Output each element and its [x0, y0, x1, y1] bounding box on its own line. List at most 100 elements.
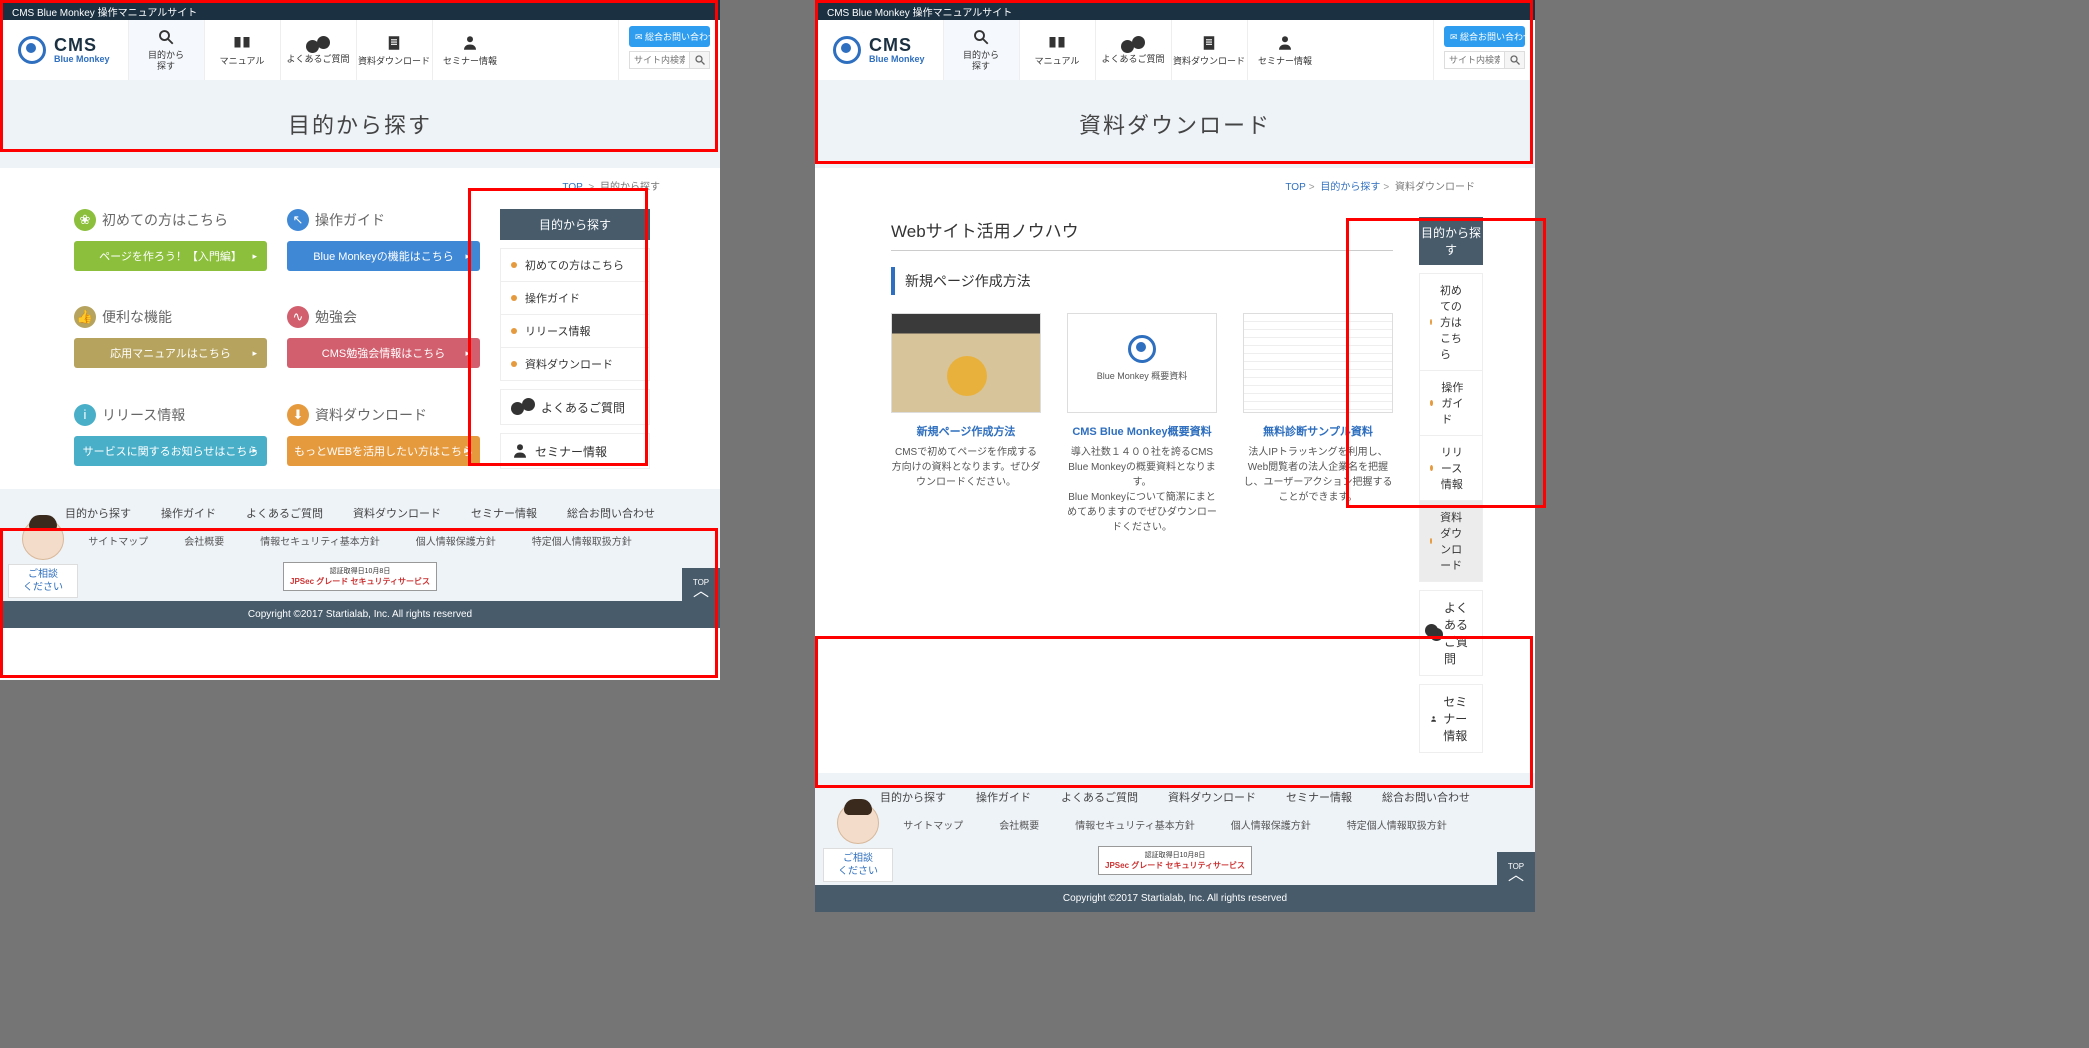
crumb-current: 資料ダウンロード [1395, 182, 1475, 193]
sidebar-link-seminar[interactable]: セミナー情報 [1419, 684, 1483, 753]
person-icon [1275, 34, 1295, 52]
logo[interactable]: CMS Blue Monkey [0, 20, 128, 80]
doc-title: CMS Blue Monkey概要資料 [1067, 423, 1217, 439]
footer-link[interactable]: よくあるご質問 [1061, 789, 1138, 805]
nav-seminar[interactable]: セミナー情報 [1247, 20, 1323, 80]
card-release-button[interactable]: サービスに関するお知らせはこちら [74, 436, 267, 466]
footer-link[interactable]: 資料ダウンロード [353, 505, 441, 521]
sidebar-link-faq[interactable]: よくあるご質問 [500, 389, 650, 425]
operator-avatar-icon [837, 802, 879, 844]
subsection-heading: 新規ページ作成方法 [891, 267, 1393, 295]
monkey-icon [18, 36, 46, 64]
search-input[interactable] [1444, 51, 1504, 69]
card-beginner-button[interactable]: ページを作ろう！【入門編】 [74, 241, 267, 271]
doc-card[interactable]: 新規ページ作成方法 CMSで初めてページを作成する方向けの資料となります。ぜひダ… [891, 313, 1041, 535]
topbar: CMS Blue Monkey 操作マニュアルサイト [815, 0, 1535, 20]
footer-link[interactable]: 総合お問い合わせ [1382, 789, 1470, 805]
security-badge: 認証取得日10月8日 JPSec グレード セキュリティサービス [283, 562, 437, 591]
sidebar-item-guide[interactable]: 操作ガイド [501, 282, 649, 315]
footer-link[interactable]: 操作ガイド [976, 789, 1031, 805]
chevron-up-icon: ︿ [693, 587, 709, 597]
card-download: ⬇資料ダウンロード もっとWEBを活用したい方はこちら [287, 404, 480, 469]
footer-link[interactable]: 個人情報保護方針 [1231, 817, 1311, 832]
card-useful: 👍便利な機能 応用マニュアルはこちら [74, 306, 267, 371]
sidebar-item-download[interactable]: 資料ダウンロード [501, 348, 649, 380]
header: CMS Blue Monkey 目的から 探す マニュアル よくあるご質問 資料… [815, 20, 1535, 80]
consult-widget[interactable]: ご相談 ください [8, 518, 78, 598]
doc-title: 新規ページ作成方法 [891, 423, 1041, 439]
nav-purpose[interactable]: 目的から 探す [943, 20, 1019, 80]
logo[interactable]: CMS Blue Monkey [815, 20, 943, 80]
contact-button[interactable]: ✉ 総合お問い合わせ [629, 26, 710, 47]
sidebar-item-release[interactable]: リリース情報 [1420, 436, 1482, 501]
nav-download[interactable]: 資料ダウンロード [1171, 20, 1247, 80]
person-icon [1430, 710, 1437, 728]
doc-card[interactable]: 無料診断サンプル資料 法人IPトラッキングを利用し、Web閲覧者の法人企業名を把… [1243, 313, 1393, 535]
footer-link[interactable]: 個人情報保護方針 [416, 533, 496, 548]
footer-link[interactable]: サイトマップ [903, 817, 963, 832]
footer-link[interactable]: サイトマップ [88, 533, 148, 548]
nav-purpose[interactable]: 目的から 探す [128, 20, 204, 80]
footer-link[interactable]: 情報セキュリティ基本方針 [1075, 817, 1194, 832]
screenshot-left: CMS Blue Monkey 操作マニュアルサイト CMS Blue Monk… [0, 0, 720, 680]
sidebar-link-seminar[interactable]: セミナー情報 [500, 433, 650, 469]
doc-thumbnail [891, 313, 1041, 413]
footer-link[interactable]: よくあるご質問 [246, 505, 323, 521]
logo-text-big: CMS [54, 36, 110, 55]
footer-link[interactable]: セミナー情報 [1286, 789, 1352, 805]
footer: 目的から探す操作ガイドよくあるご質問資料ダウンロードセミナー情報総合お問い合わせ… [815, 773, 1535, 912]
card-guide-button[interactable]: Blue Monkeyの機能はこちら [287, 241, 480, 271]
search-input[interactable] [629, 51, 689, 69]
screenshot-right: CMS Blue Monkey 操作マニュアルサイト CMS Blue Monk… [815, 0, 1535, 790]
consult-widget[interactable]: ご相談 ください [823, 802, 893, 882]
to-top-button[interactable]: TOP︿ [682, 568, 720, 606]
footer-link[interactable]: 総合お問い合わせ [567, 505, 655, 521]
footer-link[interactable]: 特定個人情報取扱方針 [1347, 817, 1447, 832]
sidebar-item-release[interactable]: リリース情報 [501, 315, 649, 348]
footer-link[interactable]: 操作ガイド [161, 505, 216, 521]
sidebar-title: 目的から探す [1419, 217, 1483, 265]
nav-manual[interactable]: マニュアル [1019, 20, 1095, 80]
qa-icon [511, 398, 535, 416]
search-icon [694, 54, 706, 66]
footer-link[interactable]: 資料ダウンロード [1168, 789, 1256, 805]
header: CMS Blue Monkey 目的から 探す マニュアル よくあるご質問 資料… [0, 20, 720, 80]
sidebar-item-guide[interactable]: 操作ガイド [1420, 371, 1482, 436]
crumb-top[interactable]: TOP [1285, 182, 1305, 193]
nav-faq[interactable]: よくあるご質問 [280, 20, 356, 80]
card-download-button[interactable]: もっとWEBを活用したい方はこちら [287, 436, 480, 466]
footer-link[interactable]: 特定個人情報取扱方針 [532, 533, 632, 548]
search-button[interactable] [689, 51, 710, 69]
monkey-icon [833, 36, 861, 64]
footer-link[interactable]: 会社概要 [184, 533, 224, 548]
crumb-top[interactable]: TOP [562, 182, 582, 193]
nav-download[interactable]: 資料ダウンロード [356, 20, 432, 80]
to-top-button[interactable]: TOP︿ [1497, 852, 1535, 890]
crumb-current: 目的から探す [600, 182, 660, 193]
doc-card[interactable]: Blue Monkey 概要資料 CMS Blue Monkey概要資料 導入社… [1067, 313, 1217, 535]
sidebar-item-beginner[interactable]: 初めての方はこちら [501, 249, 649, 282]
nav-manual[interactable]: マニュアル [204, 20, 280, 80]
doc-desc: CMSで初めてページを作成する方向けの資料となります。ぜひダウンロードください。 [891, 445, 1041, 490]
contact-button[interactable]: ✉ 総合お問い合わせ [1444, 26, 1525, 47]
sidebar-link-faq[interactable]: よくあるご質問 [1419, 590, 1483, 676]
qa-icon [1430, 624, 1438, 642]
search-button[interactable] [1504, 51, 1525, 69]
footer-link[interactable]: 会社概要 [999, 817, 1039, 832]
card-useful-button[interactable]: 応用マニュアルはこちら [74, 338, 267, 368]
card-study-button[interactable]: CMS勉強会情報はこちら [287, 338, 480, 368]
footer-link[interactable]: セミナー情報 [471, 505, 537, 521]
rss-icon: ∿ [287, 306, 309, 328]
nav-seminar[interactable]: セミナー情報 [432, 20, 508, 80]
nav-faq[interactable]: よくあるご質問 [1095, 20, 1171, 80]
sidebar-item-download[interactable]: 資料ダウンロード [1420, 501, 1482, 581]
document-icon [384, 34, 404, 52]
crumb-mid[interactable]: 目的から探す [1320, 182, 1380, 193]
search-icon [156, 28, 176, 46]
card-study: ∿勉強会 CMS勉強会情報はこちら [287, 306, 480, 371]
footer-link[interactable]: 情報セキュリティ基本方針 [260, 533, 379, 548]
breadcrumb: TOP> 目的から探す> 資料ダウンロード [815, 168, 1535, 199]
info-icon: i [74, 404, 96, 426]
book-icon [1047, 34, 1067, 52]
sidebar-item-beginner[interactable]: 初めての方はこちら [1420, 274, 1482, 371]
